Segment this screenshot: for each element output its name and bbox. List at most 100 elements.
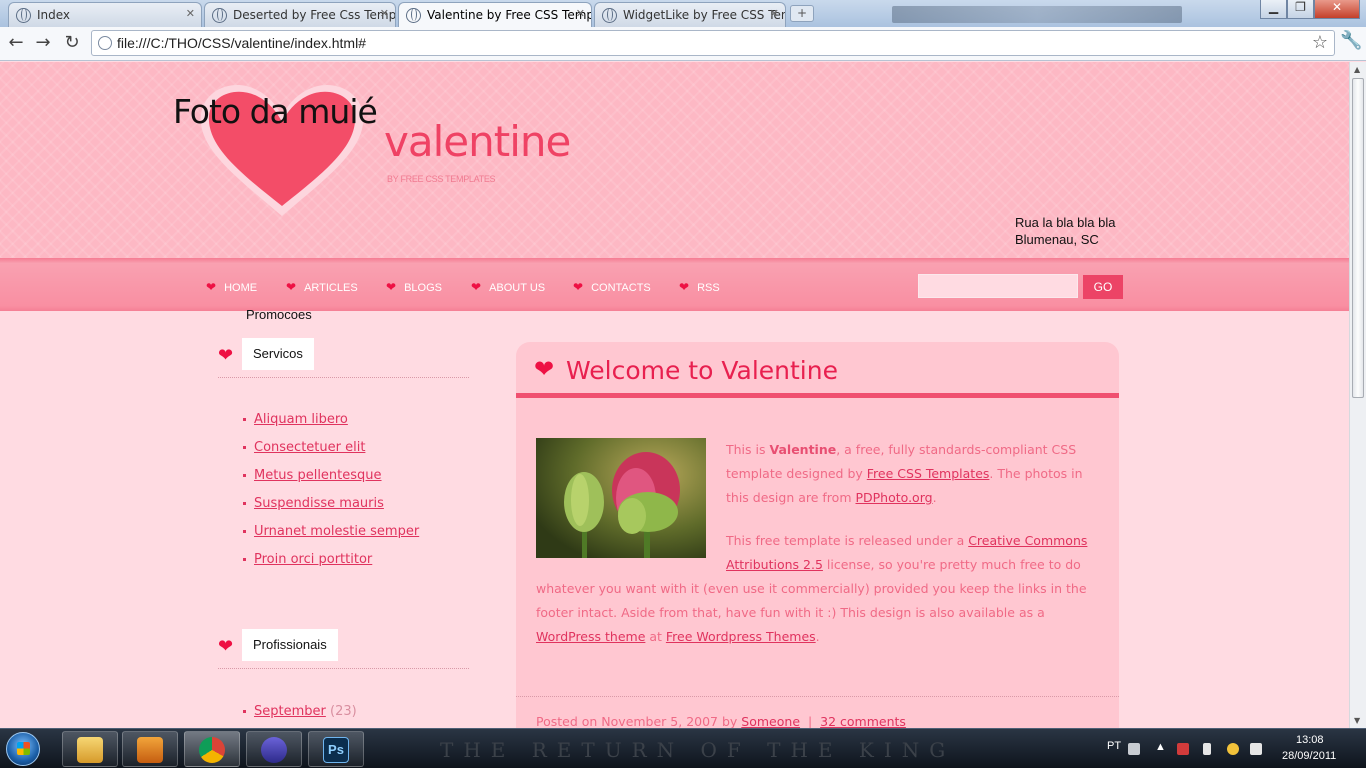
folder-icon: [77, 737, 103, 763]
new-tab-button[interactable]: +: [790, 5, 814, 22]
page-icon: [98, 36, 112, 50]
list-item[interactable]: Proin orci porttitor: [243, 552, 419, 580]
post-link-pdphoto[interactable]: PDPhoto.org: [855, 490, 932, 505]
maximize-button[interactable]: ❐: [1287, 0, 1314, 19]
globe-icon: [406, 8, 421, 23]
close-tab-icon[interactable]: ✕: [380, 7, 389, 20]
tab-title: Index: [37, 8, 71, 22]
sidebar-list-servicos: Aliquam libero Consectetuer elit Metus p…: [243, 412, 419, 580]
show-hidden-icons-icon[interactable]: ▲: [1155, 741, 1166, 753]
menu-item-articles[interactable]: ❤ ARTICLES: [286, 280, 358, 294]
back-arrow-icon[interactable]: ←: [4, 31, 28, 55]
action-center-icon[interactable]: [1177, 743, 1189, 755]
post-meta-text: Posted on November 5, 2007 by: [536, 714, 742, 728]
heart-icon: ❤: [286, 280, 297, 294]
tab-title: WidgetLike by Free CSS Ten: [623, 8, 786, 22]
page-viewport: Foto da muié valentine BY FREE CSS TEMPL…: [0, 62, 1349, 728]
menu-item-label: ARTICLES: [304, 282, 358, 294]
battery-icon[interactable]: [1203, 743, 1211, 755]
heart-icon: ❤: [218, 636, 234, 657]
site-title[interactable]: valentine: [384, 117, 571, 166]
scroll-down-icon[interactable]: ▼: [1354, 716, 1360, 725]
post-link-free-wordpress-themes[interactable]: Free Wordpress Themes: [666, 629, 816, 644]
post-link-free-css-templates[interactable]: Free CSS Templates: [867, 466, 990, 481]
address-bar[interactable]: file:///C:/THO/CSS/valentine/index.html#…: [91, 30, 1335, 56]
post-strong-text: Valentine: [769, 442, 837, 457]
list-item[interactable]: September (23): [243, 704, 357, 728]
list-item[interactable]: Metus pellentesque: [243, 468, 419, 496]
network-icon[interactable]: [1227, 743, 1239, 755]
sidebar-list-profissionais: September (23): [243, 704, 357, 728]
forward-arrow-icon[interactable]: →: [31, 31, 55, 55]
url-text[interactable]: file:///C:/THO/CSS/valentine/index.html#: [117, 35, 366, 51]
minimize-button[interactable]: ▁: [1260, 0, 1287, 19]
sidebar-link[interactable]: Consectetuer elit: [254, 440, 365, 455]
tab-index[interactable]: Index ✕: [8, 2, 202, 27]
language-indicator[interactable]: PT: [1107, 740, 1121, 752]
close-tab-icon[interactable]: ✕: [770, 7, 779, 20]
browser-toolbar: ← → ↻ file:///C:/THO/CSS/valentine/index…: [0, 27, 1366, 61]
taskbar-explorer[interactable]: [62, 731, 118, 767]
list-item[interactable]: Urnanet molestie semper: [243, 524, 419, 552]
menu-item-label: ABOUT US: [489, 282, 546, 294]
reload-icon[interactable]: ↻: [60, 31, 84, 55]
window-close-button[interactable]: ✕: [1314, 0, 1360, 19]
tab-widgetlike[interactable]: WidgetLike by Free CSS Ten ✕: [594, 2, 786, 27]
close-tab-icon[interactable]: ✕: [576, 7, 585, 20]
windows-taskbar: THE RETURN OF THE KING Ps PT ▲ 13:08 28/…: [0, 728, 1366, 768]
background-window-blur: [892, 6, 1182, 23]
sidebar-link[interactable]: Suspendisse mauris: [254, 496, 384, 511]
post-text: .: [815, 629, 820, 644]
menu-item-home[interactable]: ❤ HOME: [206, 280, 257, 294]
menu-item-contacts[interactable]: ❤ CONTACTS: [573, 280, 651, 294]
photo-caption: Foto da muié: [173, 92, 378, 131]
post-title[interactable]: Welcome to Valentine: [566, 356, 838, 385]
post-header: ❤ Welcome to Valentine: [516, 342, 1119, 398]
post-meta: Posted on November 5, 2007 by Someone | …: [516, 696, 1119, 728]
post-link-wordpress-theme[interactable]: WordPress theme: [536, 629, 645, 644]
menu-item-blogs[interactable]: ❤ BLOGS: [386, 280, 442, 294]
clock-date[interactable]: 28/09/2011: [1282, 750, 1336, 762]
globe-icon: [16, 8, 31, 23]
site-tagline[interactable]: BY FREE CSS TEMPLATES: [387, 174, 496, 184]
sidebar-link[interactable]: Aliquam libero: [254, 412, 348, 427]
heart-icon: ❤: [206, 280, 217, 294]
volume-icon[interactable]: [1250, 743, 1262, 755]
sidebar-link[interactable]: Metus pellentesque: [254, 468, 382, 483]
photo-spacer: [536, 438, 726, 556]
scrollbar-thumb[interactable]: [1352, 78, 1364, 398]
sidebar-link[interactable]: Proin orci porttitor: [254, 552, 372, 567]
keyboard-icon[interactable]: [1128, 743, 1140, 755]
sidebar-link[interactable]: September: [254, 704, 326, 719]
post-comments-link[interactable]: 32 comments: [820, 714, 906, 728]
list-item[interactable]: Suspendisse mauris: [243, 496, 419, 524]
close-tab-icon[interactable]: ✕: [186, 7, 195, 20]
taskbar-infinity-app[interactable]: [246, 731, 302, 767]
globe-icon: [212, 8, 227, 23]
search-go-button[interactable]: GO: [1083, 275, 1123, 299]
sidebar-link[interactable]: Urnanet molestie semper: [254, 524, 419, 539]
globe-icon: [602, 8, 617, 23]
post-author-link[interactable]: Someone: [741, 714, 800, 728]
heart-icon: ❤: [679, 280, 690, 294]
list-item[interactable]: Aliquam libero: [243, 412, 419, 440]
start-button[interactable]: [6, 732, 40, 766]
heart-icon: ❤: [471, 280, 482, 294]
vertical-scrollbar[interactable]: ▲ ▼: [1349, 62, 1366, 728]
tab-deserted[interactable]: Deserted by Free Css Templ ✕: [204, 2, 396, 27]
list-item[interactable]: Consectetuer elit: [243, 440, 419, 468]
search-input[interactable]: [918, 274, 1078, 298]
menu-item-label: RSS: [697, 282, 720, 294]
taskbar-chrome[interactable]: [184, 731, 240, 767]
tab-valentine[interactable]: Valentine by Free CSS Temp ✕: [398, 2, 592, 27]
clock-time[interactable]: 13:08: [1296, 734, 1324, 746]
menu-item-about-us[interactable]: ❤ ABOUT US: [471, 280, 545, 294]
wrench-icon[interactable]: 🔧: [1340, 30, 1362, 51]
bookmark-star-icon[interactable]: ☆: [1312, 32, 1328, 53]
menu-item-rss[interactable]: ❤ RSS: [679, 280, 720, 294]
tab-title: Valentine by Free CSS Temp: [427, 8, 592, 22]
taskbar-photoshop[interactable]: Ps: [308, 731, 364, 767]
infinity-icon: [261, 737, 287, 763]
scroll-up-icon[interactable]: ▲: [1354, 65, 1360, 74]
taskbar-media-player[interactable]: [122, 731, 178, 767]
